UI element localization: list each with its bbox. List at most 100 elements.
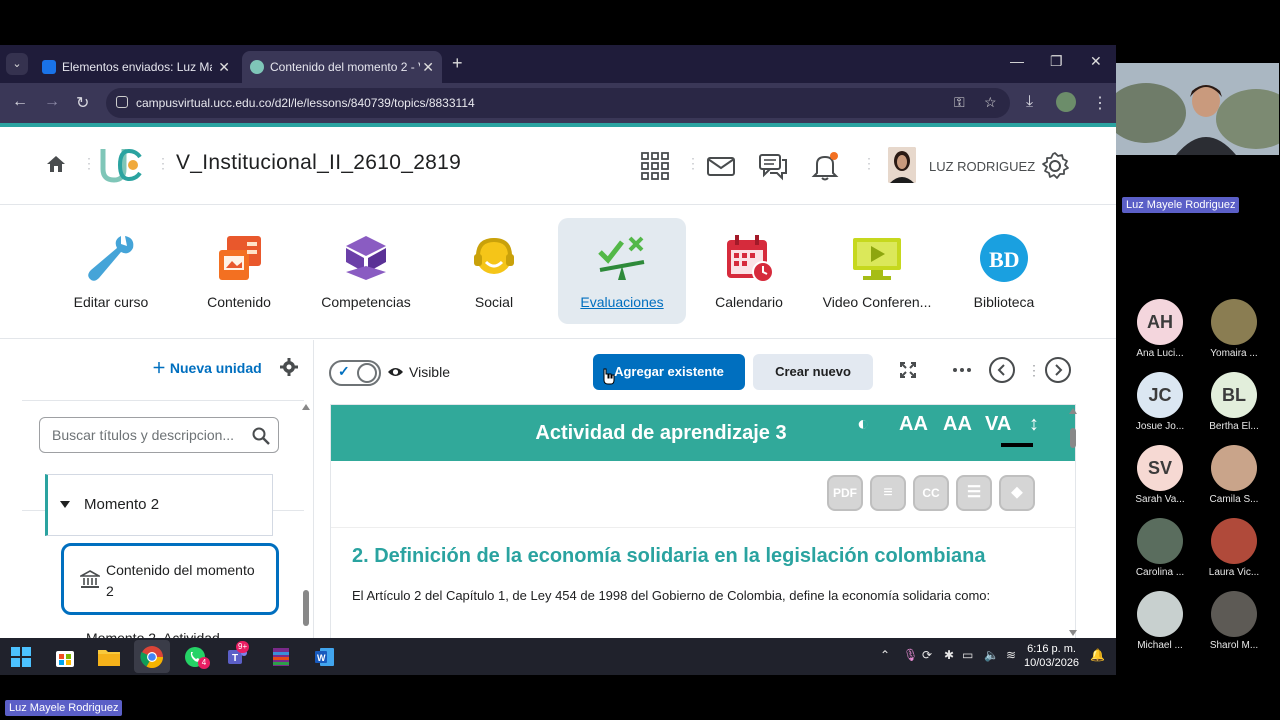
caret-down-icon[interactable] <box>60 501 70 508</box>
next-topic-button[interactable] <box>1045 357 1071 383</box>
chevron-left-icon <box>997 364 1005 376</box>
add-existing-button[interactable]: Agregar existente <box>593 354 745 390</box>
sidebar-scrollbar[interactable] <box>302 402 310 674</box>
reload-icon[interactable]: ↻ <box>76 93 89 113</box>
separator: ⋮ <box>156 155 170 171</box>
decrease-font-button[interactable]: AA <box>943 413 972 436</box>
word-icon[interactable]: W <box>312 644 338 670</box>
participant-tile[interactable]: Michael ... <box>1125 591 1195 651</box>
topic-content-frame: Actividad de aprendizaje 3 ◐ AA AA VA ↕ … <box>330 404 1076 674</box>
new-tab-icon[interactable]: + <box>452 53 463 74</box>
contrast-icon[interactable]: ◐ <box>857 413 869 436</box>
tab-search-button[interactable]: ⌄ <box>6 53 28 75</box>
list-icon[interactable]: ≡ <box>870 475 906 511</box>
video-icon <box>853 238 901 280</box>
section-paragraph: El Artículo 2 del Capítulo 1, de Ley 454… <box>352 588 991 603</box>
winrar-icon[interactable] <box>268 644 294 670</box>
browser-menu-icon[interactable]: ⋮ <box>1092 93 1108 113</box>
nav-competencias[interactable]: Competencias <box>302 218 430 324</box>
search-input[interactable] <box>52 427 248 443</box>
previous-topic-button[interactable] <box>989 357 1015 383</box>
more-options-icon[interactable] <box>953 368 971 372</box>
fullscreen-icon[interactable] <box>900 362 916 378</box>
store-icon[interactable] <box>52 644 78 670</box>
nav-video-conferencia[interactable]: Video Conferen... <box>813 218 941 324</box>
back-icon[interactable]: ← <box>12 93 28 111</box>
battery-icon[interactable]: ▭ <box>962 648 973 662</box>
participant-tile[interactable]: BL Bertha El... <box>1199 372 1269 432</box>
participant-tile[interactable]: Laura Vic... <box>1199 518 1269 578</box>
tab-elementos-enviados[interactable]: Elementos enviados: Luz Mayele ✕ <box>34 51 238 83</box>
wifi-icon[interactable]: ≋ <box>1006 648 1016 662</box>
tree-unit-momento-2[interactable]: Momento 2 <box>45 474 273 536</box>
chrome-icon[interactable] <box>139 644 165 670</box>
filter-icon[interactable]: ☰ <box>956 475 992 511</box>
pdf-button[interactable]: PDF <box>827 475 863 511</box>
visibility-toggle[interactable]: ✓ <box>329 360 381 386</box>
participant-tile[interactable]: Yomaira ... <box>1199 299 1269 359</box>
ucc-logo[interactable] <box>100 147 142 183</box>
increase-font-button[interactable]: AA <box>899 413 928 436</box>
nav-evaluaciones[interactable]: Evaluaciones <box>558 218 686 324</box>
apps-grid-icon[interactable] <box>640 151 670 181</box>
participant-tile[interactable]: AH Ana Luci... <box>1125 299 1195 359</box>
participant-avatar: AH <box>1137 299 1183 345</box>
password-key-icon[interactable]: ⚿ <box>954 94 965 111</box>
minimize-icon[interactable]: — <box>1010 53 1024 69</box>
bluetooth-icon[interactable]: ✱ <box>944 648 954 662</box>
forward-icon[interactable]: → <box>44 93 60 111</box>
windows-start-icon[interactable] <box>8 644 34 670</box>
participant-tile[interactable]: Camila S... <box>1199 445 1269 505</box>
bookmark-star-icon[interactable]: ☆ <box>984 94 997 111</box>
nav-social[interactable]: Social <box>430 218 558 324</box>
home-icon[interactable] <box>46 155 66 173</box>
line-height-icon[interactable]: ↕ <box>1029 413 1039 436</box>
mail-icon[interactable] <box>706 151 736 181</box>
captions-button[interactable]: CC <box>913 475 949 511</box>
close-tab-icon[interactable]: ✕ <box>218 51 230 83</box>
create-new-button[interactable]: Crear nuevo <box>753 354 873 390</box>
search-field[interactable] <box>39 417 279 453</box>
microphone-icon[interactable]: 🎙 <box>903 648 918 662</box>
nav-biblioteca[interactable]: BD Biblioteca <box>940 218 1068 324</box>
nav-contenido[interactable]: Contenido <box>175 218 303 324</box>
participant-tile[interactable]: Carolina ... <box>1125 518 1195 578</box>
participant-avatar <box>1211 591 1257 637</box>
file-explorer-icon[interactable] <box>96 644 122 670</box>
profile-avatar-icon[interactable] <box>1056 92 1076 112</box>
notifications-bell-icon[interactable] <box>810 151 840 181</box>
site-info-icon[interactable] <box>116 96 128 108</box>
restore-icon[interactable]: ❐ <box>1050 53 1063 70</box>
participant-tile[interactable]: SV Sarah Va... <box>1125 445 1195 505</box>
tag-icon[interactable]: ⬥ <box>999 475 1035 511</box>
participant-tile[interactable]: Sharol M... <box>1199 591 1269 651</box>
institution-icon <box>80 570 100 588</box>
tree-topic-active[interactable]: Contenido del momento 2 <box>61 543 279 615</box>
search-icon[interactable] <box>252 427 270 445</box>
notification-bell-icon[interactable]: 🔔 <box>1090 648 1105 662</box>
sync-icon[interactable]: ⟳ <box>922 648 932 662</box>
nav-calendario[interactable]: Calendario <box>685 218 813 324</box>
close-tab-icon[interactable]: ✕ <box>422 51 434 83</box>
sidebar-settings-gear-icon[interactable] <box>280 358 298 376</box>
taskbar-clock[interactable]: 6:16 p. m. 10/03/2026 <box>1024 642 1079 670</box>
close-window-icon[interactable]: ✕ <box>1090 53 1102 70</box>
outlook-icon <box>42 60 56 74</box>
settings-gear-icon[interactable] <box>1040 151 1070 181</box>
new-unit-button[interactable]: ＋ Nueva unidad <box>152 358 262 378</box>
letter-spacing-button[interactable]: VA <box>985 413 1011 436</box>
content-scrollbar[interactable] <box>1068 406 1078 638</box>
tab-contenido-momento[interactable]: Contenido del momento 2 - V_I ✕ <box>242 51 442 83</box>
screen: ⌄ Elementos enviados: Luz Mayele ✕ Conte… <box>0 0 1280 720</box>
user-avatar[interactable] <box>888 147 916 183</box>
nav-editar-curso[interactable]: Editar curso <box>47 218 175 324</box>
download-icon[interactable]: ⤓ <box>1026 93 1033 111</box>
participant-tile[interactable]: JC Josue Jo... <box>1125 372 1195 432</box>
volume-icon[interactable]: 🔈 <box>984 648 999 662</box>
separator: ⋮ <box>862 155 876 171</box>
course-title[interactable]: V_Institucional_II_2610_2819 <box>176 151 461 175</box>
chat-icon[interactable] <box>758 151 788 181</box>
url-field[interactable]: campusvirtual.ucc.edu.co/d2l/le/lessons/… <box>106 88 1010 118</box>
user-name[interactable]: LUZ RODRIGUEZ <box>929 159 1035 174</box>
tray-chevron-icon[interactable]: ⌃ <box>880 648 890 662</box>
